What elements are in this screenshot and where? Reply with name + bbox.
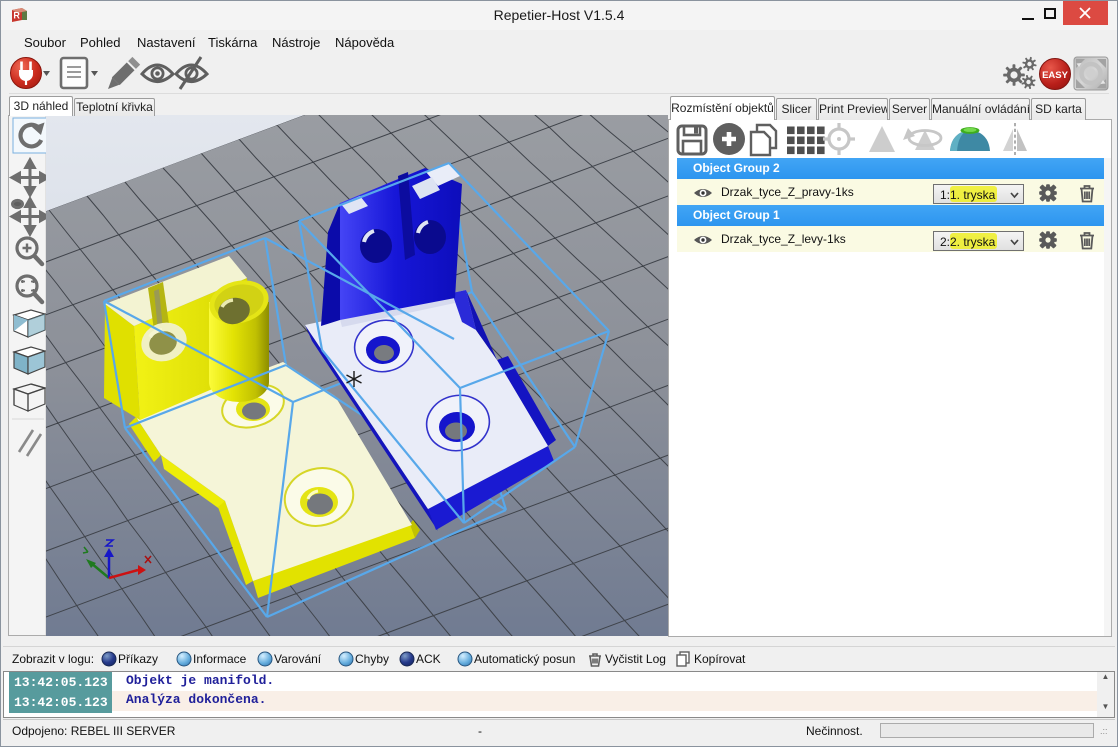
- svg-text:EASY: EASY: [1042, 70, 1069, 81]
